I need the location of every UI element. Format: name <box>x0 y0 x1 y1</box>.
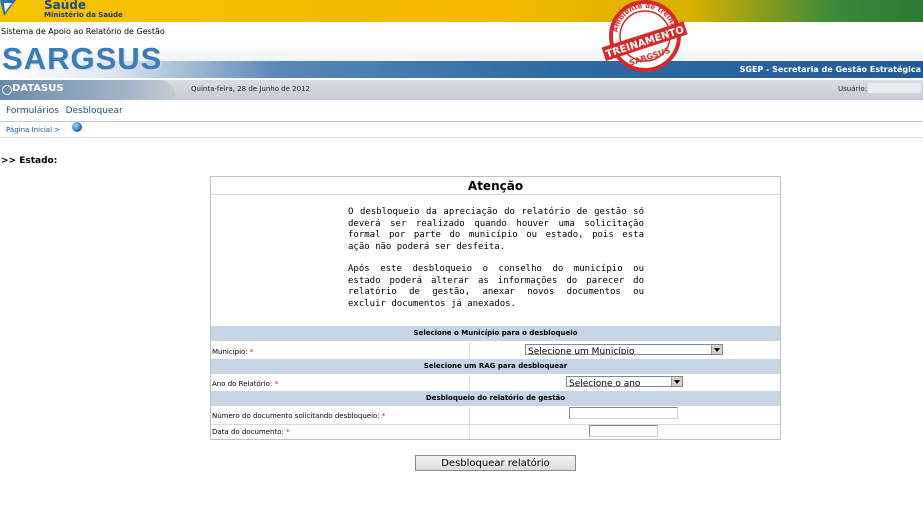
document-number-input[interactable] <box>569 407 678 419</box>
user-name-box <box>868 83 921 93</box>
ano-label: Ano do Relatório: * <box>212 380 278 388</box>
user-label: Usuário: <box>838 85 867 93</box>
menu-item-desbloquear[interactable]: Desbloquear <box>66 106 123 116</box>
column-divider <box>469 375 470 391</box>
row-municipio: Município: * Selecione um Município <box>211 342 780 360</box>
saude-logo-icon <box>0 0 16 16</box>
row-data: Data do documento: * <box>211 424 780 441</box>
ano-select[interactable]: Selecione o ano <box>566 376 683 387</box>
section-rag: Selecione um RAG para desbloquear <box>211 359 780 374</box>
document-date-input[interactable] <box>589 425 658 437</box>
datasus-label: DATASUS <box>12 83 64 94</box>
column-divider <box>469 342 470 359</box>
panel-title: Atenção <box>211 177 780 195</box>
menu-divider <box>0 121 923 122</box>
column-divider <box>469 407 470 439</box>
page-title: >> Estado: <box>1 156 58 166</box>
globe-icon[interactable] <box>72 122 82 132</box>
section-municipio: Selecione o Município para o desbloqueio <box>211 326 780 341</box>
section-desbloqueio: Desbloqueio do relatório de gestão <box>211 391 780 406</box>
current-date: Quinta-feira, 28 de Junho de 2012 <box>191 85 310 93</box>
warning-paragraph-2: Após este desbloqueio o conselho do muni… <box>348 264 644 309</box>
main-menu: Formulários Desbloquear <box>6 106 127 116</box>
unlock-panel: Atenção O desbloqueio da apreciação do r… <box>210 176 781 440</box>
ministry-label: Ministério da Saúde <box>44 11 123 19</box>
breadcrumb-home[interactable]: Página Inicial > <box>6 126 60 134</box>
numero-label: Número do documento solicitando desbloqu… <box>212 412 386 420</box>
warning-paragraph-1: O desbloqueio da apreciação do relatório… <box>348 207 644 252</box>
chevron-down-icon[interactable] <box>671 377 682 386</box>
data-label: Data do documento: * <box>212 428 290 436</box>
unlock-report-button[interactable]: Desbloquear relatório <box>415 455 576 471</box>
app-title: SARGSUS <box>2 41 163 76</box>
municipio-label: Município: * <box>212 348 254 356</box>
municipio-select[interactable]: Selecione um Município <box>525 344 723 355</box>
required-mark: * <box>274 380 279 388</box>
breadcrumb-divider <box>0 137 923 138</box>
required-mark: * <box>381 412 386 420</box>
training-stamp-icon: Ambiente de treinamento TREINAMENTO SARG… <box>596 0 688 72</box>
datasus-icon <box>2 85 12 95</box>
row-numero: Número do documento solicitando desbloqu… <box>211 407 780 425</box>
menu-item-formularios[interactable]: Formulários <box>6 106 59 116</box>
warning-message: O desbloqueio da apreciação do relatório… <box>348 207 644 321</box>
header-band <box>0 0 923 22</box>
system-name: Sistema de Apoio ao Relatório de Gestão <box>1 27 165 36</box>
required-mark: * <box>286 428 290 436</box>
secretariat-label: SGEP - Secretaria de Gestão Estratégica <box>739 65 921 74</box>
chevron-down-icon[interactable] <box>711 345 722 354</box>
required-mark: * <box>249 348 254 356</box>
